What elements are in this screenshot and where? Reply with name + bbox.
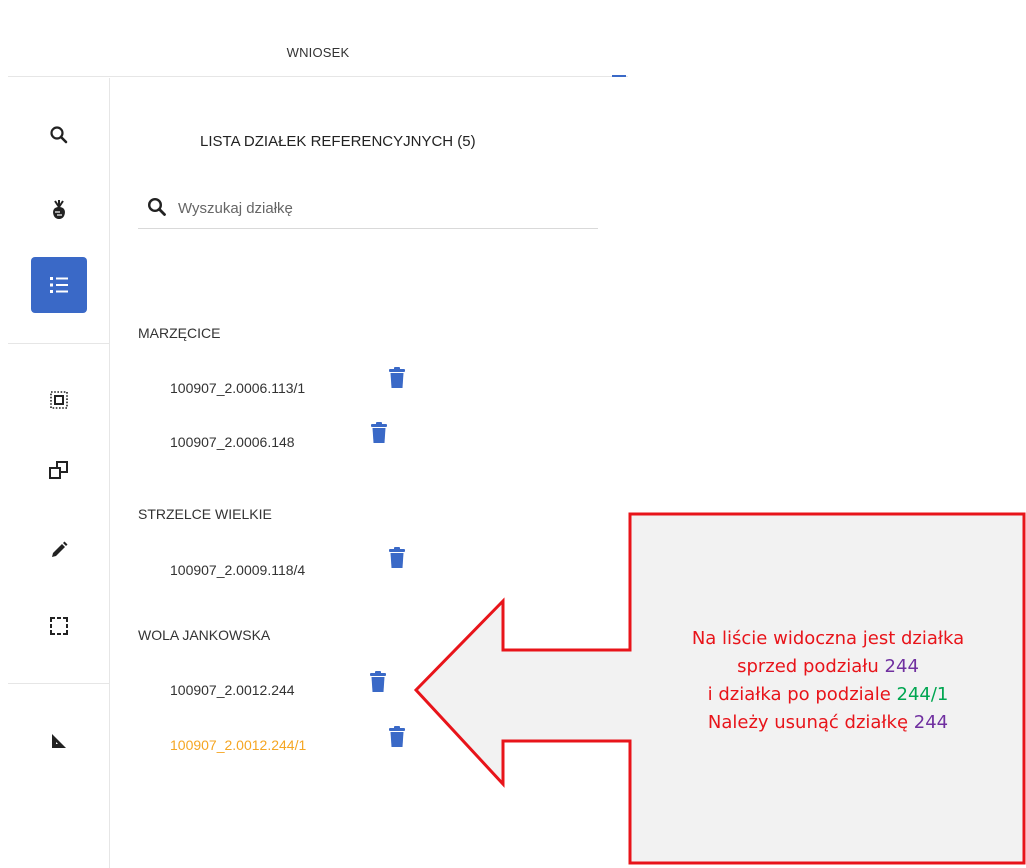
callout-arrow bbox=[413, 512, 1026, 865]
parcel-number: 244 bbox=[913, 712, 949, 733]
callout-line: Należy usunąć działkę 244 bbox=[632, 709, 1024, 737]
callout-text-part: i działka po podziale bbox=[707, 684, 897, 705]
callout-text: Na liście widoczna jest działka sprzed p… bbox=[632, 625, 1024, 737]
parcel-number: 244/1 bbox=[896, 684, 949, 705]
callout-line: Na liście widoczna jest działka bbox=[691, 628, 965, 649]
callout-line: i działka po podziale 244/1 bbox=[632, 681, 1024, 709]
callout-text-part: sprzed podziału bbox=[737, 656, 885, 677]
callout-text-part: Należy usunąć działkę bbox=[707, 712, 914, 733]
callout-line: sprzed podziału 244 bbox=[632, 653, 1024, 681]
parcel-number: 244 bbox=[884, 656, 919, 677]
